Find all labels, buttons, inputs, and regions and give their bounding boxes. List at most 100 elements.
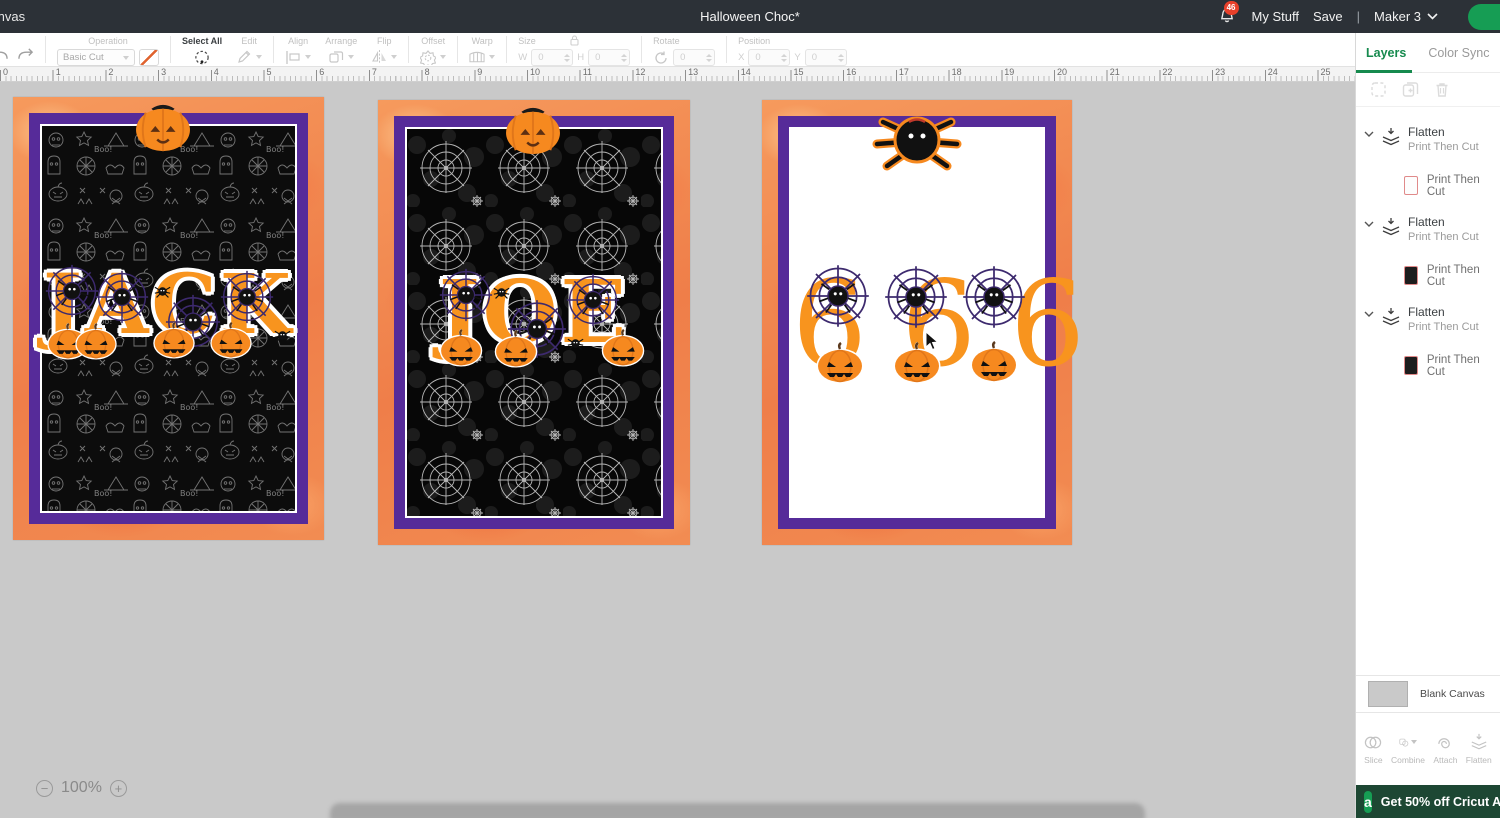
- position-y-stepper[interactable]: [837, 53, 844, 62]
- ruler-number: 7: [371, 67, 377, 77]
- height-input[interactable]: 0: [588, 49, 631, 66]
- spiderweb-icon[interactable]: [805, 263, 871, 329]
- card-joe[interactable]: JOE: [378, 100, 690, 545]
- arrange-button[interactable]: [328, 49, 355, 65]
- attach-button[interactable]: Attach: [1433, 733, 1457, 765]
- spiderweb-icon[interactable]: [94, 269, 150, 325]
- redo-button[interactable]: [18, 46, 34, 62]
- warp-button[interactable]: [469, 49, 496, 65]
- ruler-number: 9: [477, 67, 483, 77]
- rotate-input[interactable]: 0: [673, 49, 716, 66]
- layers-panel: Layers Color Sync Flatten Print Then Cut…: [1355, 33, 1500, 818]
- position-x-stepper[interactable]: [781, 53, 788, 62]
- y-axis-label: Y: [794, 52, 801, 63]
- pumpkin-icon[interactable]: [599, 329, 647, 367]
- ruler-number: 1: [55, 67, 61, 77]
- pumpkin-icon[interactable]: [151, 322, 197, 359]
- pumpkin-icon[interactable]: [208, 322, 254, 359]
- operation-select[interactable]: Basic Cut: [57, 49, 135, 66]
- flip-button[interactable]: [371, 49, 398, 65]
- layer-item-label: Print Then Cut: [1426, 173, 1480, 198]
- save-button[interactable]: Save: [1313, 9, 1343, 24]
- operation-value: Basic Cut: [63, 52, 104, 63]
- card-jack[interactable]: JACK: [13, 97, 324, 540]
- pumpkin-icon[interactable]: [131, 101, 195, 153]
- pumpkin-icon[interactable]: [968, 341, 1020, 383]
- design-canvas[interactable]: JACK JOE: [0, 82, 1355, 818]
- make-it-button[interactable]: [1468, 3, 1500, 30]
- spider-icon[interactable]: [154, 283, 171, 300]
- chevron-down-icon[interactable]: [1364, 311, 1374, 317]
- slice-button[interactable]: Slice: [1364, 733, 1383, 765]
- select-layers-icon[interactable]: [1370, 81, 1387, 98]
- spiderweb-icon[interactable]: [883, 264, 949, 330]
- rotate-stepper[interactable]: [706, 53, 713, 62]
- rotate-group: Rotate 0: [646, 33, 722, 66]
- spiderweb-icon[interactable]: [565, 272, 621, 328]
- zoom-level: 100%: [61, 779, 102, 796]
- spider-icon[interactable]: [567, 335, 584, 352]
- delete-icon[interactable]: [1434, 81, 1450, 98]
- spiderweb-icon[interactable]: [44, 263, 100, 319]
- select-all-button[interactable]: [194, 49, 210, 65]
- zoom-in-button[interactable]: +: [109, 779, 127, 797]
- pumpkin-icon[interactable]: [501, 104, 565, 156]
- layer-group[interactable]: Flatten Print Then Cut: [1356, 297, 1500, 344]
- position-x-value: 0: [755, 52, 761, 63]
- flatten-label: Flatten: [1465, 755, 1492, 765]
- ruler-number: 25: [1320, 67, 1331, 77]
- pumpkin-icon[interactable]: [73, 323, 119, 360]
- card-666[interactable]: 666: [762, 100, 1085, 545]
- tab-color-sync[interactable]: Color Sync: [1428, 46, 1489, 60]
- pumpkin-icon[interactable]: [814, 342, 866, 384]
- combine-icon: [1399, 733, 1417, 751]
- spider-icon[interactable]: [867, 106, 967, 178]
- layer-group-subtitle: Print Then Cut: [1408, 231, 1479, 243]
- layer-thumbnail: [1404, 176, 1418, 195]
- ruler-number: 11: [582, 67, 593, 77]
- notifications-button[interactable]: 46: [1218, 0, 1239, 27]
- position-label: Position: [738, 36, 771, 46]
- align-button[interactable]: [285, 49, 312, 65]
- pumpkin-icon[interactable]: [437, 329, 485, 367]
- spiderweb-icon[interactable]: [961, 264, 1027, 330]
- layer-item[interactable]: Print Then Cut: [1356, 164, 1500, 207]
- layer-group[interactable]: Flatten Print Then Cut: [1356, 207, 1500, 254]
- ruler-number: 14: [740, 67, 751, 77]
- align-label: Align: [288, 36, 309, 46]
- edit-button[interactable]: [236, 49, 263, 65]
- spiderweb-icon[interactable]: [438, 267, 494, 323]
- spider-icon[interactable]: [493, 284, 510, 301]
- combine-button[interactable]: Combine: [1391, 733, 1425, 765]
- height-stepper[interactable]: [621, 53, 628, 62]
- position-y-input[interactable]: 0: [804, 49, 847, 66]
- ruler-number: 4: [213, 67, 219, 77]
- edit-label: Edit: [241, 36, 257, 46]
- width-input[interactable]: 0: [531, 49, 574, 66]
- chevron-down-icon: [1427, 13, 1438, 20]
- spider-icon[interactable]: [274, 327, 291, 344]
- lock-icon[interactable]: [570, 35, 579, 46]
- duplicate-icon[interactable]: [1402, 81, 1419, 98]
- promo-banner[interactable]: a Get 50% off Cricut Acc: [1356, 785, 1500, 818]
- width-stepper[interactable]: [564, 53, 571, 62]
- zoom-out-button[interactable]: −: [36, 779, 53, 797]
- layer-item[interactable]: Print Then Cut: [1356, 254, 1500, 297]
- panel-tabs: Layers Color Sync: [1356, 33, 1500, 73]
- tab-layers[interactable]: Layers: [1366, 46, 1406, 60]
- position-x-input[interactable]: 0: [748, 49, 791, 66]
- pumpkin-icon[interactable]: [492, 330, 540, 368]
- layer-group[interactable]: Flatten Print Then Cut: [1356, 117, 1500, 164]
- ruler-number: 2: [108, 67, 114, 77]
- machine-selector[interactable]: Maker 3: [1374, 9, 1438, 24]
- flatten-button[interactable]: Flatten: [1466, 733, 1492, 765]
- undo-button[interactable]: [0, 46, 8, 62]
- blank-canvas-row[interactable]: Blank Canvas: [1356, 675, 1500, 712]
- spiderweb-icon[interactable]: [219, 269, 275, 325]
- my-stuff-link[interactable]: My Stuff: [1252, 9, 1299, 24]
- chevron-down-icon[interactable]: [1364, 131, 1374, 137]
- chevron-down-icon[interactable]: [1364, 221, 1374, 227]
- pen-color-swatch[interactable]: [139, 49, 159, 66]
- layer-item[interactable]: Print Then Cut: [1356, 344, 1500, 387]
- offset-button[interactable]: [420, 49, 447, 65]
